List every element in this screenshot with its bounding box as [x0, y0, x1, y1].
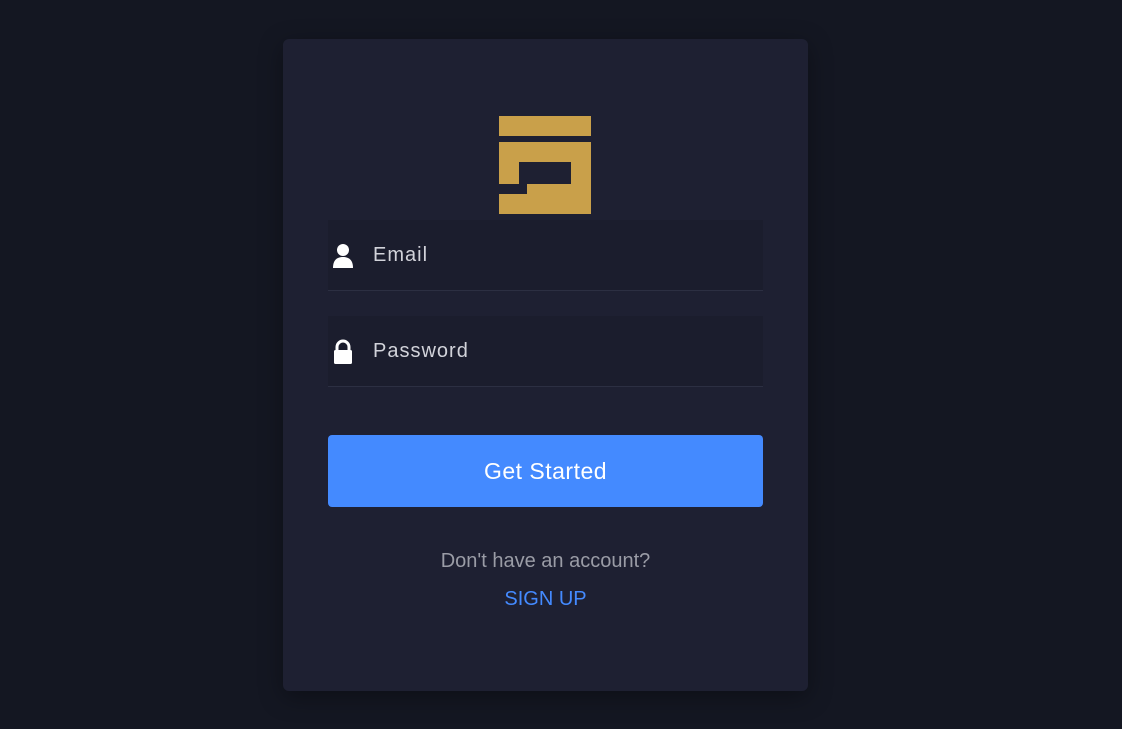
- email-field[interactable]: [368, 220, 763, 290]
- login-card: Get Started Don't have an account? SIGN …: [283, 39, 808, 691]
- email-field-wrapper: [328, 220, 763, 291]
- password-field[interactable]: [368, 316, 763, 386]
- get-started-button[interactable]: Get Started: [328, 435, 763, 507]
- lock-icon: [334, 339, 352, 364]
- user-icon: [333, 244, 353, 268]
- signup-prompt: Don't have an account?: [440, 550, 651, 572]
- brand-logo: [499, 116, 591, 214]
- signup-link[interactable]: SIGN UP: [504, 588, 586, 610]
- signup-link-wrapper: SIGN UP: [283, 588, 808, 611]
- password-field-wrapper: [328, 316, 763, 387]
